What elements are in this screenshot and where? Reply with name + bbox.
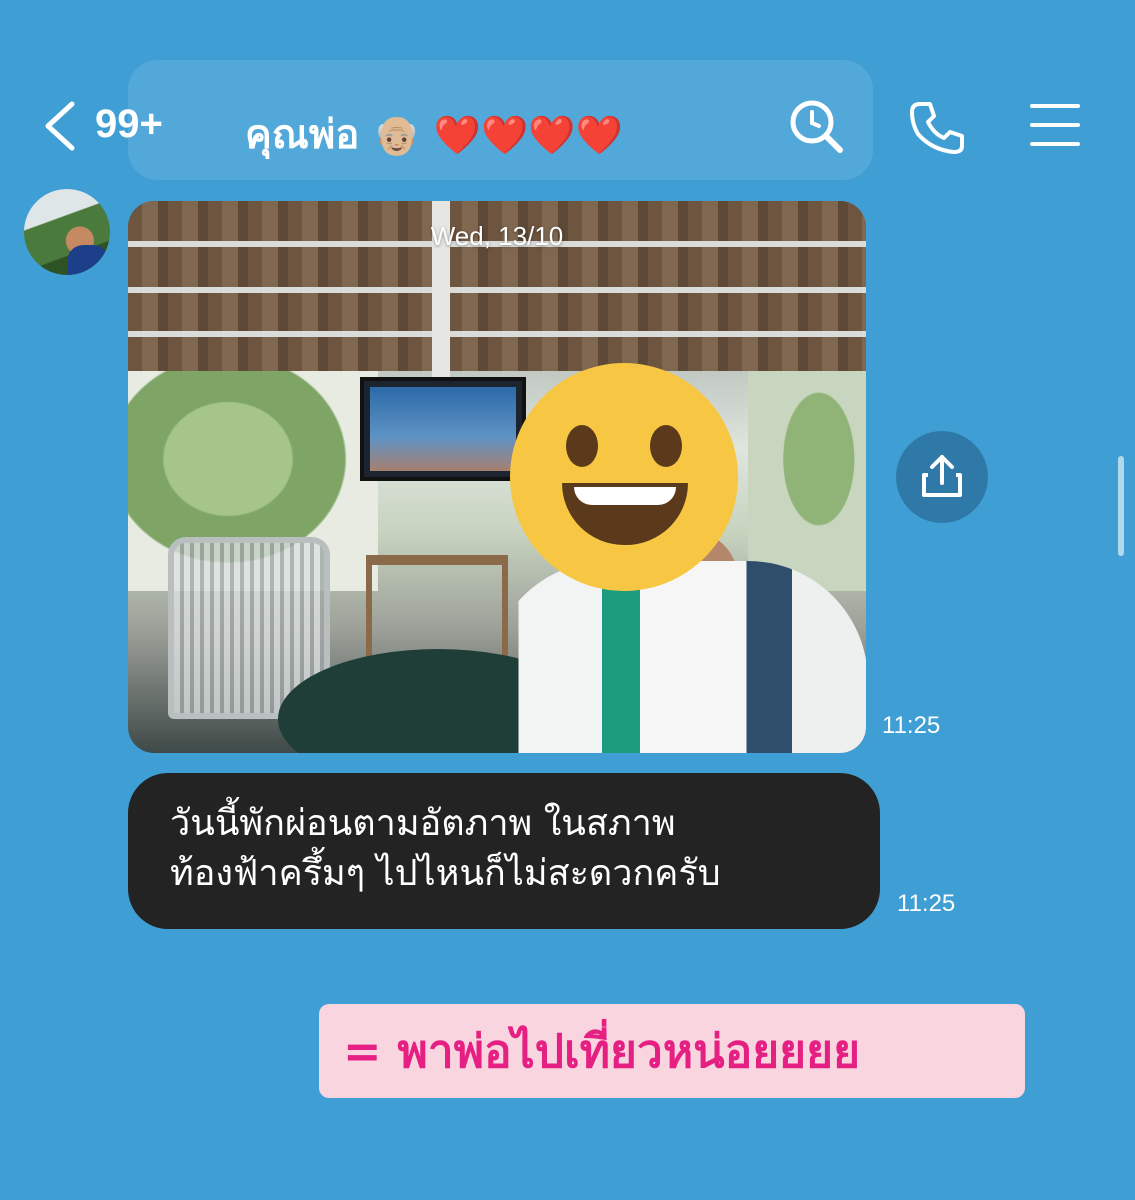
- smiley-face-sticker: [510, 363, 738, 591]
- photo-foliage: [748, 371, 866, 591]
- menu-icon[interactable]: [1028, 98, 1082, 152]
- chat-title: คุณพ่อ 👴🏼 ❤️❤️❤️❤️: [245, 102, 623, 166]
- message-line: ท้องฟ้าครึ้มๆ ไปไหนก็ไม่สะดวกครับ: [170, 853, 721, 894]
- scrollbar[interactable]: [1118, 456, 1124, 556]
- photo-person: [488, 561, 866, 753]
- contact-name: คุณพ่อ: [245, 112, 360, 158]
- contact-emoji: 👴🏼 ❤️❤️❤️❤️: [373, 113, 624, 157]
- message-time: 11:25: [882, 712, 941, 739]
- caption-banner: = พาพ่อไปเที่ยวหน่อยยยย: [319, 1004, 1025, 1098]
- share-icon: [922, 455, 962, 497]
- photo-detail: [128, 287, 866, 293]
- search-icon[interactable]: [788, 98, 844, 154]
- photo-message[interactable]: Wed, 13/10: [128, 201, 866, 753]
- call-icon[interactable]: [908, 98, 966, 156]
- unread-count-badge[interactable]: 99+: [95, 102, 163, 147]
- chat-header: 99+ คุณพ่อ 👴🏼 ❤️❤️❤️❤️: [0, 80, 1135, 170]
- back-icon[interactable]: [40, 100, 80, 152]
- photo-tv: [360, 377, 526, 481]
- sender-avatar[interactable]: [24, 189, 110, 275]
- share-button[interactable]: [896, 431, 988, 523]
- text-message-bubble[interactable]: วันนี้พักผ่อนตามอัตภาพ ในสภาพ ท้องฟ้าครึ…: [128, 773, 880, 929]
- message-line: วันนี้พักผ่อนตามอัตภาพ ในสภาพ: [170, 803, 676, 844]
- photo-detail: [128, 331, 866, 337]
- date-stamp: Wed, 13/10: [430, 221, 564, 251]
- message-time: 11:25: [897, 890, 956, 917]
